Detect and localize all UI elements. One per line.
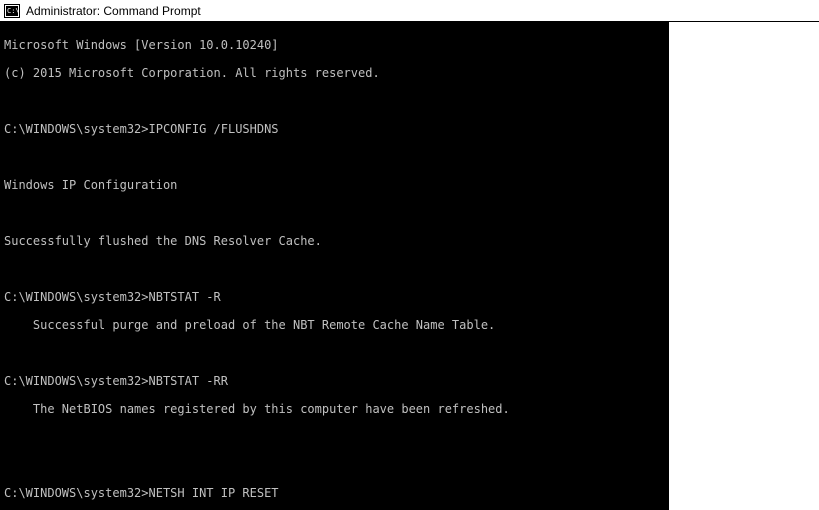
terminal-prompt: C:\WINDOWS\system32>IPCONFIG /FLUSHDNS xyxy=(4,122,665,136)
terminal-blank xyxy=(4,430,665,444)
terminal-line: Windows IP Configuration xyxy=(4,178,665,192)
terminal-blank xyxy=(4,262,665,276)
terminal-prompt: C:\WINDOWS\system32>NETSH INT IP RESET xyxy=(4,486,665,500)
title-bar[interactable]: C:\ Administrator: Command Prompt xyxy=(0,0,819,22)
terminal-line: Successfully flushed the DNS Resolver Ca… xyxy=(4,234,665,248)
cmd-icon: C:\ xyxy=(4,4,20,18)
svg-text:C:\: C:\ xyxy=(7,7,20,15)
terminal-blank xyxy=(4,150,665,164)
terminal-blank xyxy=(4,458,665,472)
terminal-prompt: C:\WINDOWS\system32>NBTSTAT -RR xyxy=(4,374,665,388)
terminal-line: Microsoft Windows [Version 10.0.10240] xyxy=(4,38,665,52)
terminal-blank xyxy=(4,94,665,108)
terminal-line: Successful purge and preload of the NBT … xyxy=(4,318,665,332)
window-title: Administrator: Command Prompt xyxy=(26,4,201,18)
terminal-line: The NetBIOS names registered by this com… xyxy=(4,402,665,416)
terminal-prompt: C:\WINDOWS\system32>NBTSTAT -R xyxy=(4,290,665,304)
terminal-blank xyxy=(4,206,665,220)
terminal-output[interactable]: Microsoft Windows [Version 10.0.10240] (… xyxy=(0,22,669,510)
terminal-line: (c) 2015 Microsoft Corporation. All righ… xyxy=(4,66,665,80)
terminal-blank xyxy=(4,346,665,360)
